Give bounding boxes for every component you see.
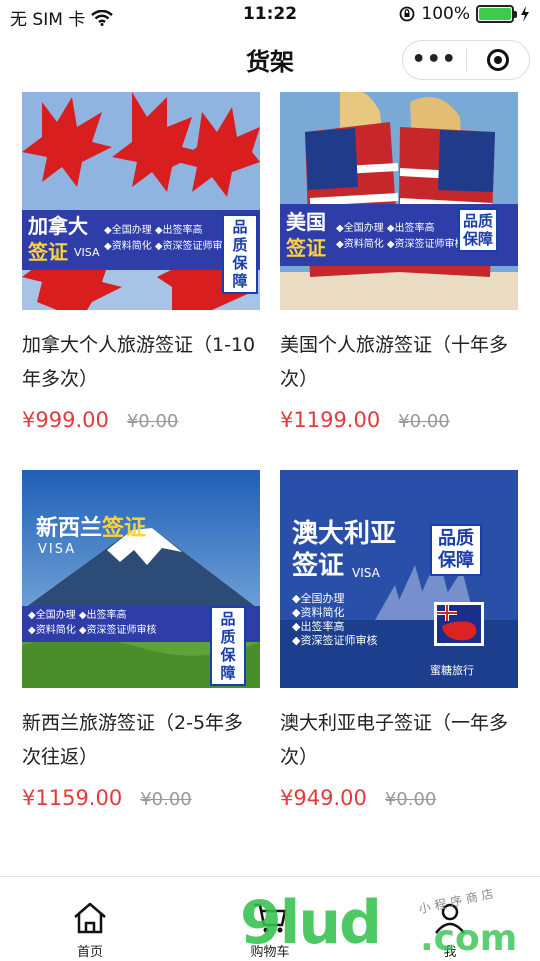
banner-visa-en: VISA bbox=[38, 542, 77, 557]
product-image[interactable]: 新西兰签证 VISA ◆全国办理 ◆出签率高 ◆资料简化 ◆资深签证师审核 品质… bbox=[22, 470, 260, 688]
banner-visa-label: 签证 bbox=[286, 236, 326, 260]
banner-features: ◆全国办理 ◆资料简化 ◆出签率高 ◆资深签证师审核 bbox=[292, 592, 377, 648]
more-menu-button[interactable]: ••• bbox=[403, 42, 466, 78]
product-card[interactable]: 新西兰签证 VISA ◆全国办理 ◆出签率高 ◆资料简化 ◆资深签证师审核 品质… bbox=[22, 470, 260, 810]
badge-line: 品质 bbox=[220, 610, 236, 646]
banner-country: 加拿大 bbox=[28, 214, 88, 238]
badge-line: 品质 bbox=[232, 218, 248, 254]
product-image[interactable]: 加拿大 签证 VISA ◆全国办理 ◆出签率高 ◆资料简化 ◆资深签证师审核 品… bbox=[22, 92, 260, 310]
battery-percent: 100% bbox=[421, 4, 470, 24]
quality-badge: 品质 保障 bbox=[222, 214, 258, 294]
banner-title: 澳大利亚 签证 bbox=[292, 518, 396, 582]
price-row: ¥1159.00 ¥0.00 bbox=[22, 786, 260, 810]
badge-line: 品质 bbox=[462, 212, 493, 230]
price-row: ¥999.00 ¥0.00 bbox=[22, 408, 260, 432]
mini-program-capsule: ••• bbox=[402, 40, 530, 80]
australia-flag-icon bbox=[434, 602, 484, 646]
nav-bar: 货架 ••• bbox=[0, 30, 540, 88]
banner-country-text: 新西兰 bbox=[36, 516, 103, 541]
home-icon bbox=[74, 902, 106, 934]
banner-line: ◆全国办理 bbox=[292, 592, 345, 605]
original-price: ¥0.00 bbox=[398, 411, 450, 432]
quality-badge: 品质 保障 bbox=[430, 524, 482, 576]
banner-line: ◆资料简化 ◆资深签证师审核 bbox=[336, 239, 465, 250]
brand-logo: 蜜糖旅行 bbox=[430, 664, 474, 677]
product-name[interactable]: 澳大利亚电子签证（一年多次） bbox=[280, 706, 518, 774]
badge-line: 保障 bbox=[232, 254, 248, 290]
product-image[interactable]: 澳大利亚 签证 VISA 品质 保障 ◆全国办理 ◆资料简化 ◆出签率高 ◆资深… bbox=[280, 470, 518, 688]
badge-line: 品质 bbox=[438, 528, 474, 549]
status-bar: 无 SIM 卡 11:22 100% bbox=[0, 0, 540, 30]
badge-line: 保障 bbox=[438, 550, 474, 571]
product-price: ¥1199.00 bbox=[280, 408, 381, 432]
original-price: ¥0.00 bbox=[384, 789, 437, 810]
banner-line: ◆出签率高 bbox=[292, 620, 345, 633]
banner-line: ◆资料简化 bbox=[292, 606, 345, 619]
banner-visa-label: 签证 bbox=[28, 240, 68, 264]
tab-home[interactable]: 首页 bbox=[0, 877, 180, 961]
badge-line: 保障 bbox=[220, 646, 236, 682]
charging-icon bbox=[521, 6, 529, 22]
banner-visa-label: 签证 bbox=[102, 516, 147, 541]
product-name[interactable]: 新西兰旅游签证（2-5年多次往返） bbox=[22, 706, 260, 774]
banner-visa-en: VISA bbox=[352, 566, 380, 580]
banner-country: 美国 bbox=[286, 210, 326, 234]
product-card[interactable]: 美国 签证 ◆全国办理 ◆出签率高 ◆资料简化 ◆资深签证师审核 品质 保障 美… bbox=[280, 92, 518, 432]
product-price: ¥1159.00 bbox=[22, 786, 123, 810]
banner-country: 新西兰签证 bbox=[36, 510, 146, 542]
price-row: ¥1199.00 ¥0.00 bbox=[280, 408, 518, 432]
battery-icon bbox=[476, 5, 517, 23]
product-name[interactable]: 美国个人旅游签证（十年多次） bbox=[280, 328, 518, 396]
product-card[interactable]: 加拿大 签证 VISA ◆全国办理 ◆出签率高 ◆资料简化 ◆资深签证师审核 品… bbox=[22, 92, 260, 432]
rotation-lock-icon bbox=[399, 6, 415, 22]
target-icon bbox=[486, 49, 509, 71]
watermark-suffix: .com bbox=[420, 918, 518, 959]
status-right: 100% bbox=[399, 4, 530, 24]
banner-visa-en: VISA bbox=[74, 246, 100, 259]
banner-line: ◆资料简化 ◆资深签证师审核 bbox=[28, 625, 157, 636]
banner-line: ◆全国办理 ◆出签率高 bbox=[336, 223, 435, 234]
banner-line: ◆资深签证师审核 bbox=[292, 634, 378, 647]
original-price: ¥0.00 bbox=[126, 411, 179, 432]
quality-badge: 品质 保障 bbox=[458, 208, 498, 252]
product-card[interactable]: 澳大利亚 签证 VISA 品质 保障 ◆全国办理 ◆资料简化 ◆出签率高 ◆资深… bbox=[280, 470, 518, 810]
close-mini-program-button[interactable] bbox=[467, 49, 530, 71]
product-price: ¥999.00 bbox=[22, 408, 109, 432]
product-image[interactable]: 美国 签证 ◆全国办理 ◆出签率高 ◆资料简化 ◆资深签证师审核 品质 保障 bbox=[280, 92, 518, 310]
banner-country: 澳大利亚 bbox=[292, 519, 397, 549]
watermark-logo: 9lud bbox=[240, 888, 382, 958]
original-price: ¥0.00 bbox=[140, 789, 192, 810]
banner-line: ◆全国办理 ◆出签率高 bbox=[28, 610, 127, 621]
price-row: ¥949.00 ¥0.00 bbox=[280, 786, 518, 810]
product-name[interactable]: 加拿大个人旅游签证（1-10年多次） bbox=[22, 328, 260, 396]
tab-label: 首页 bbox=[76, 945, 103, 960]
flag-girls-photo bbox=[280, 92, 518, 310]
banner-visa-label: 签证 bbox=[292, 551, 345, 581]
quality-badge: 品质 保障 bbox=[210, 606, 246, 686]
banner-line: ◆全国办理 ◆出签率高 bbox=[104, 225, 203, 236]
product-price: ¥949.00 bbox=[280, 786, 367, 810]
banner-line: ◆资料简化 ◆资深签证师审核 bbox=[104, 241, 233, 252]
badge-line: 保障 bbox=[462, 230, 493, 248]
